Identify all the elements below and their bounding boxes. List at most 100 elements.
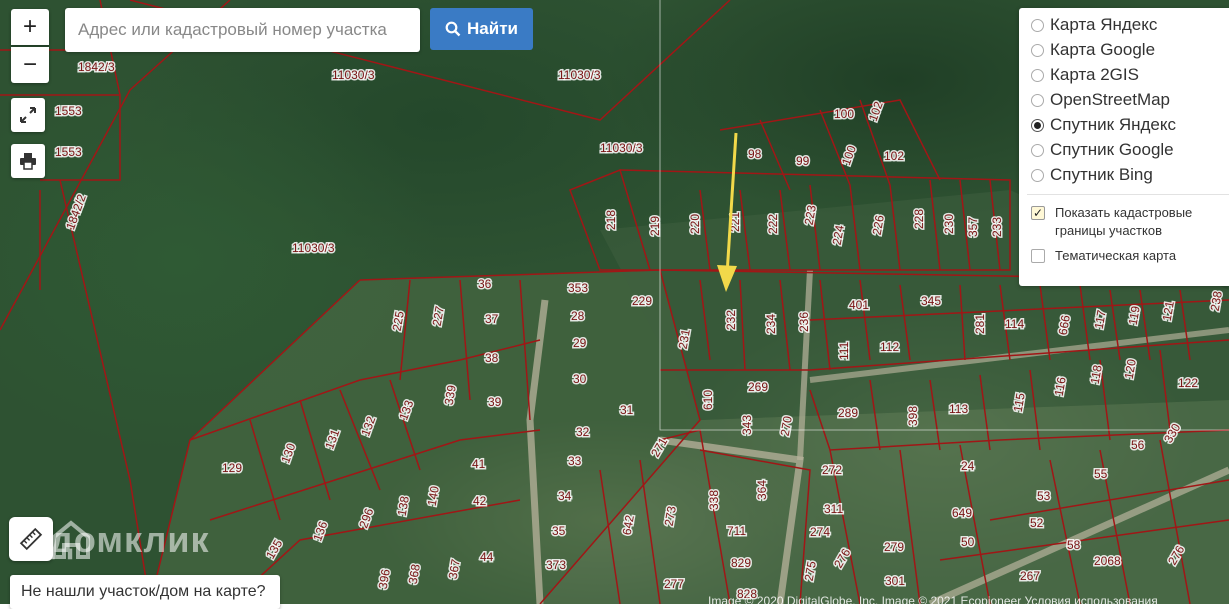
plot-number[interactable]: 269 <box>747 379 770 396</box>
plot-number[interactable]: 37 <box>484 311 501 328</box>
search-button[interactable]: Найти <box>430 8 533 50</box>
plot-number[interactable]: 272 <box>821 462 844 479</box>
plot-number[interactable]: 289 <box>837 405 860 422</box>
zoom-out-button[interactable]: − <box>11 47 49 83</box>
plot-number[interactable]: 42 <box>472 493 489 510</box>
plot-number[interactable]: 219 <box>647 214 664 237</box>
plot-number[interactable]: 32 <box>575 424 592 441</box>
plot-number[interactable]: 2068 <box>1093 553 1123 570</box>
plot-number[interactable]: 220 <box>687 212 704 235</box>
plot-number[interactable]: 229 <box>631 293 654 310</box>
plot-number[interactable]: 44 <box>479 549 496 566</box>
plot-number[interactable]: 36 <box>477 276 494 293</box>
plot-number[interactable]: 56 <box>1130 437 1147 454</box>
plot-number[interactable]: 28 <box>570 308 587 325</box>
plot-number[interactable]: 279 <box>883 539 906 556</box>
plot-number[interactable]: 30 <box>572 371 589 388</box>
plot-number[interactable]: 228 <box>911 207 928 230</box>
plot-number[interactable]: 373 <box>545 557 568 574</box>
plot-number[interactable]: 50 <box>960 534 977 551</box>
plot-number[interactable]: 1553 <box>54 144 84 161</box>
plot-number[interactable]: 100 <box>833 106 856 123</box>
thematic-map-checkbox[interactable] <box>1031 249 1045 263</box>
print-button[interactable] <box>11 144 45 178</box>
plot-number[interactable]: 1842/3 <box>77 59 117 76</box>
plot-number[interactable]: 98 <box>747 146 764 163</box>
plot-number[interactable]: 311 <box>823 501 845 518</box>
plot-number[interactable]: 236 <box>796 310 813 333</box>
layer-option-2gis-map[interactable]: Карта 2GIS <box>1031 63 1139 87</box>
plot-number[interactable]: 111 <box>836 340 853 362</box>
plot-number[interactable]: 829 <box>730 555 753 572</box>
ruler-button[interactable] <box>9 517 53 561</box>
plot-number[interactable]: 122 <box>1177 375 1200 392</box>
plot-number[interactable]: 222 <box>765 212 782 235</box>
layer-option-openstreetmap[interactable]: OpenStreetMap <box>1031 88 1170 112</box>
plot-number[interactable]: 301 <box>884 573 907 590</box>
plot-number[interactable]: 277 <box>663 576 686 593</box>
plot-number[interactable]: 112 <box>879 339 901 356</box>
plot-number[interactable]: 11030/3 <box>331 67 377 84</box>
plot-number[interactable]: 267 <box>1019 568 1042 585</box>
plot-number[interactable]: 232 <box>723 308 740 331</box>
layer-option-yandex-satellite[interactable]: Спутник Яндекс <box>1031 113 1176 137</box>
plot-number[interactable]: 100 <box>837 142 860 169</box>
plot-number[interactable]: 401 <box>848 297 871 314</box>
layer-option-google-satellite[interactable]: Спутник Google <box>1031 138 1174 162</box>
show-cadastral-checkbox[interactable]: ✓ <box>1031 206 1045 220</box>
plot-number[interactable]: 353 <box>567 280 590 297</box>
plot-number[interactable]: 34 <box>557 488 574 505</box>
layer-option-google-map[interactable]: Карта Google <box>1031 38 1155 62</box>
thematic-map-checkbox-row[interactable]: Тематическая карта <box>1031 247 1220 265</box>
zoom-in-button[interactable]: + <box>11 9 49 45</box>
plot-number[interactable]: 357 <box>965 215 982 238</box>
fullscreen-button[interactable] <box>11 98 45 132</box>
show-cadastral-checkbox-row[interactable]: ✓ Показать кадастровые границы участков <box>1031 204 1220 240</box>
plot-number[interactable]: 364 <box>754 478 771 501</box>
plot-number[interactable]: 11030/3 <box>557 67 603 84</box>
plot-number[interactable]: 52 <box>1029 515 1046 532</box>
search-input[interactable] <box>65 8 420 52</box>
radio-button[interactable] <box>1031 18 1044 32</box>
radio-button[interactable] <box>1031 143 1044 157</box>
plot-number[interactable]: 35 <box>551 523 568 540</box>
plot-number[interactable]: 33 <box>567 453 584 470</box>
plot-number[interactable]: 41 <box>471 456 488 473</box>
plot-number[interactable]: 343 <box>739 413 756 436</box>
layer-option-bing-satellite[interactable]: Спутник Bing <box>1031 163 1153 187</box>
radio-button[interactable] <box>1031 43 1044 57</box>
plot-number[interactable]: 24 <box>960 458 977 475</box>
radio-button[interactable] <box>1031 93 1044 107</box>
plot-number[interactable]: 281 <box>972 312 989 335</box>
radio-button[interactable] <box>1031 68 1044 82</box>
radio-button-selected[interactable] <box>1031 118 1044 132</box>
plot-number[interactable]: 31 <box>619 402 636 419</box>
plot-number[interactable]: 58 <box>1066 537 1083 554</box>
plot-number[interactable]: 102 <box>883 148 906 165</box>
plot-number[interactable]: 11030/3 <box>599 140 645 157</box>
plot-number[interactable]: 38 <box>484 350 501 367</box>
plot-number[interactable]: 11030/3 <box>291 240 337 257</box>
plot-number[interactable]: 345 <box>920 293 943 310</box>
plot-number[interactable]: 99 <box>795 153 812 170</box>
plot-number[interactable]: 649 <box>951 505 974 522</box>
plot-number[interactable]: 114 <box>1004 316 1026 333</box>
plot-number[interactable]: 39 <box>487 394 504 411</box>
plot-number[interactable]: 1553 <box>54 103 84 120</box>
plot-number[interactable]: 274 <box>809 524 832 541</box>
plot-number[interactable]: 129 <box>221 460 244 477</box>
plot-number[interactable]: 218 <box>603 208 620 231</box>
plot-number[interactable]: 113 <box>948 401 970 418</box>
layer-option-yandex-map[interactable]: Карта Яндекс <box>1031 13 1157 37</box>
plot-number[interactable]: 55 <box>1093 466 1110 483</box>
plot-number[interactable]: 233 <box>989 215 1006 238</box>
plot-number[interactable]: 29 <box>572 335 589 352</box>
plot-number[interactable]: 711 <box>726 523 748 540</box>
plot-number[interactable]: 234 <box>763 312 780 335</box>
plot-number[interactable]: 338 <box>706 488 723 511</box>
plot-number[interactable]: 610 <box>700 388 717 411</box>
radio-button[interactable] <box>1031 168 1044 182</box>
plot-number[interactable]: 230 <box>941 212 958 235</box>
plot-number[interactable]: 53 <box>1036 488 1053 505</box>
plot-number[interactable]: 398 <box>905 404 922 427</box>
